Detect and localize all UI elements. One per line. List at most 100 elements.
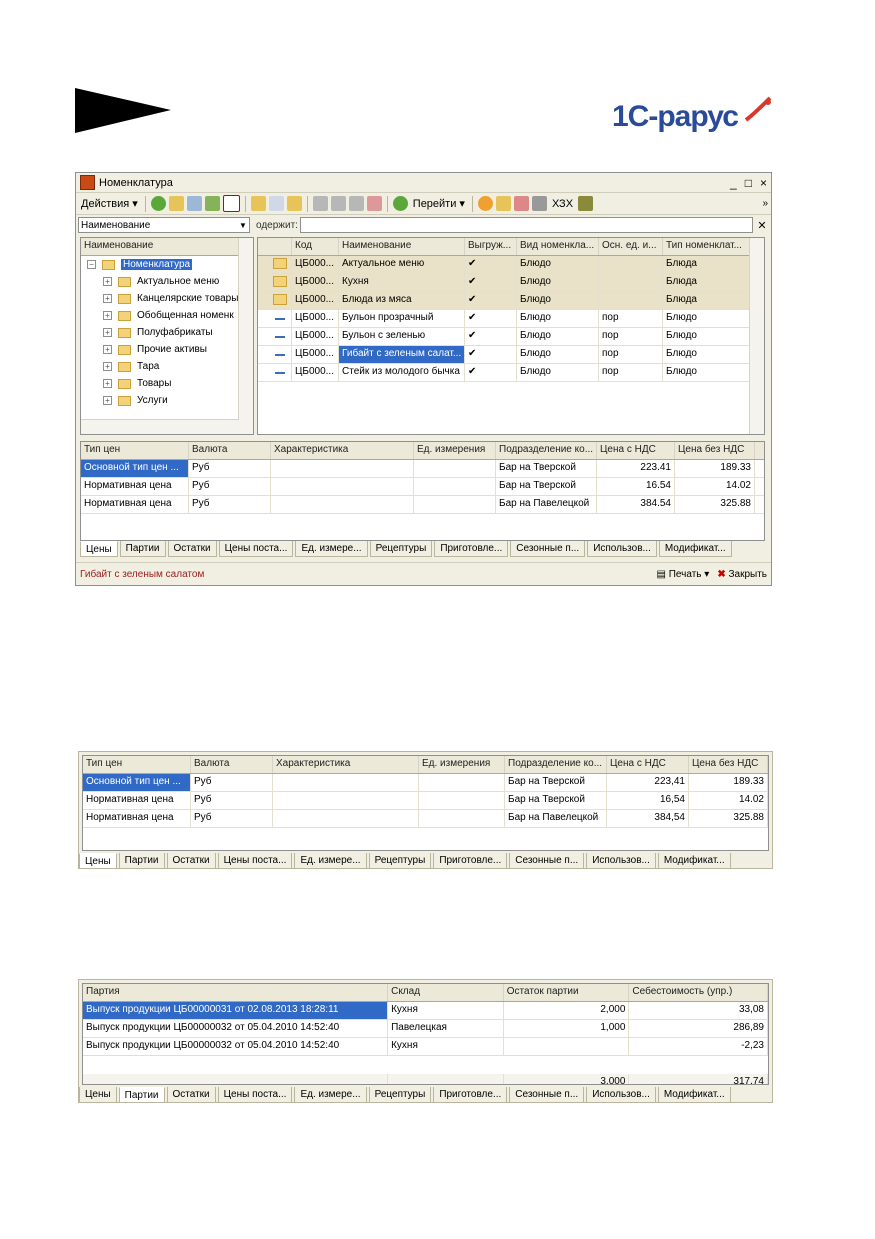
column-header-price-no-vat[interactable]: Цена без НДС [675, 442, 755, 459]
tab[interactable]: Ед. измере... [294, 1087, 367, 1103]
batch-row[interactable]: Выпуск продукции ЦБ00000031 от 02.08.201… [83, 1002, 768, 1020]
price-row[interactable]: Нормативная цена Руб Бар на Тверской 16.54 1… [81, 478, 764, 496]
tree-vertical-scrollbar[interactable] [238, 238, 253, 434]
column-header-unit-measure[interactable]: Ед. измерения [414, 442, 496, 459]
actions-menu[interactable]: Действия ▾ [79, 197, 140, 210]
tab[interactable]: Цены поста... [218, 541, 294, 557]
tab[interactable]: Партии [118, 853, 165, 869]
tab[interactable]: Использов... [587, 541, 657, 557]
help-icon[interactable] [477, 196, 493, 211]
column-header-characteristic[interactable]: Характеристика [273, 756, 419, 773]
list-row[interactable]: ЦБ000... Актуальное меню ✔ Блюдо Блюда [258, 256, 750, 274]
tree-item[interactable]: + Обобщенная номенк [81, 307, 253, 324]
mark-icon[interactable] [513, 196, 529, 211]
filter-input[interactable] [299, 217, 753, 233]
tab[interactable]: Остатки [167, 541, 217, 557]
expand-icon[interactable]: + [103, 345, 112, 354]
tab[interactable]: Сезонные п... [510, 541, 586, 557]
list-view-icon[interactable] [268, 196, 284, 211]
tab[interactable]: Остатки [166, 1087, 216, 1103]
batch-row[interactable]: Выпуск продукции ЦБ00000032 от 05.04.201… [83, 1020, 768, 1038]
filter-history-icon[interactable] [348, 196, 364, 211]
tab[interactable]: Цены поста... [217, 853, 293, 869]
expand-icon[interactable]: + [103, 294, 112, 303]
price-row[interactable]: Основной тип цен ... Руб Бар на Тверской 22… [81, 460, 764, 478]
tab[interactable]: Цены [80, 541, 118, 557]
tab[interactable]: Партии [119, 541, 166, 557]
delete-icon[interactable] [222, 195, 240, 212]
price-row[interactable]: Нормативная цена Руб Бар на Тверской 16,54 1… [83, 792, 768, 810]
column-header-kind[interactable]: Вид номенкла... [517, 238, 599, 255]
prices-grid[interactable]: Тип цен Валюта Характеристика Ед. измере… [80, 441, 765, 541]
tree-item[interactable]: + Товары [81, 375, 253, 392]
level-up-icon[interactable] [286, 196, 302, 211]
minimize-button[interactable]: _ [730, 176, 737, 190]
tab[interactable]: Приготовле... [433, 1087, 508, 1103]
column-header-price-type[interactable]: Тип цен [81, 442, 189, 459]
tab[interactable]: Сезонные п... [509, 1087, 585, 1103]
goto-menu[interactable]: Перейти ▾ [411, 197, 467, 210]
column-header-characteristic[interactable]: Характеристика [271, 442, 414, 459]
tab[interactable]: Сезонные п... [509, 853, 585, 869]
tab[interactable]: Цены [79, 1087, 117, 1103]
batches-grid[interactable]: Партия Склад Остаток партии Себестоимост… [82, 983, 769, 1085]
hierarchy-icon[interactable] [250, 196, 266, 211]
tree-header[interactable]: Наименование [81, 238, 239, 255]
price-row[interactable]: Основной тип цен ... Руб Бар на Тверской 22… [83, 774, 768, 792]
tree-item[interactable]: + Прочие активы [81, 341, 253, 358]
expand-icon[interactable]: + [103, 311, 112, 320]
expand-icon[interactable]: + [103, 396, 112, 405]
column-header-warehouse[interactable]: Склад [388, 984, 504, 1001]
filter-field-combo[interactable]: Наименование ▼ [78, 217, 250, 233]
column-header-unit-measure[interactable]: Ед. измерения [419, 756, 505, 773]
collapse-icon[interactable]: − [87, 260, 96, 269]
column-header-name[interactable]: Наименование [339, 238, 465, 255]
tree-item[interactable]: + Тара [81, 358, 253, 375]
tab[interactable]: Приготовле... [434, 541, 509, 557]
filter-icon[interactable] [312, 196, 328, 211]
column-header-cost[interactable]: Себестоимость (упр.) [629, 984, 768, 1001]
column-header-price-no-vat[interactable]: Цена без НДС [689, 756, 768, 773]
column-header-division[interactable]: Подразделение ко... [496, 442, 597, 459]
tab[interactable]: Ед. измере... [294, 853, 367, 869]
column-header-currency[interactable]: Валюта [189, 442, 271, 459]
price-row[interactable]: Нормативная цена Руб Бар на Павелецкой 384.… [81, 496, 764, 514]
tree-icon[interactable] [495, 196, 511, 211]
tab[interactable]: Модификат... [657, 1087, 731, 1103]
maximize-button[interactable]: □ [745, 176, 752, 190]
column-header-division[interactable]: Подразделение ко... [505, 756, 607, 773]
toolbar-overflow-icon[interactable]: » [762, 198, 768, 209]
list-row[interactable]: ЦБ000... Бульон прозрачный ✔ Блюдо пор Блюдо [258, 310, 750, 328]
expand-icon[interactable]: + [103, 362, 112, 371]
expand-icon[interactable]: + [103, 379, 112, 388]
chevron-down-icon[interactable]: ▼ [237, 221, 249, 230]
tree-item[interactable]: + Актуальное меню [81, 273, 253, 290]
tab[interactable]: Приготовле... [433, 853, 508, 869]
tab[interactable]: Использов... [586, 1087, 656, 1103]
column-header-batch[interactable]: Партия [83, 984, 389, 1001]
price-row[interactable]: Нормативная цена Руб Бар на Павелецкой 384,… [83, 810, 768, 828]
settings-icon[interactable] [578, 196, 594, 211]
tab[interactable]: Рецептуры [369, 541, 433, 557]
list-row[interactable]: ЦБ000... Блюда из мяса ✔ Блюдо Блюда [258, 292, 750, 310]
column-header-exported[interactable]: Выгруж... [465, 238, 517, 255]
add-icon[interactable] [150, 196, 166, 211]
list-row[interactable]: ЦБ000... Стейк из молодого бычка ✔ Блюдо пор… [258, 364, 750, 382]
copy-icon[interactable] [186, 196, 202, 211]
group-tree[interactable]: Наименование − Номенклатура + Актуальное … [80, 237, 254, 435]
list-row[interactable]: ЦБ000... Гибайт с зеленым салат... ✔ Блюдо п… [258, 346, 750, 364]
tree-item[interactable]: + Услуги [81, 392, 253, 409]
list-icon[interactable] [531, 196, 547, 211]
prices-panel-grid[interactable]: Тип цен Валюта Характеристика Ед. измере… [82, 755, 769, 851]
tree-item[interactable]: + Канцелярские товары [81, 290, 253, 307]
edit-icon[interactable] [204, 196, 220, 211]
tab[interactable]: Цены [79, 853, 117, 869]
tab[interactable]: Рецептуры [368, 853, 432, 869]
expand-icon[interactable]: + [103, 277, 112, 286]
close-button[interactable]: ✖ Закрыть [717, 569, 767, 580]
column-header-price-vat[interactable]: Цена с НДС [607, 756, 689, 773]
refresh-icon[interactable] [392, 196, 408, 211]
tree-horizontal-scrollbar[interactable] [81, 419, 239, 434]
expand-icon[interactable]: + [103, 328, 112, 337]
tab[interactable]: Рецептуры [368, 1087, 432, 1103]
